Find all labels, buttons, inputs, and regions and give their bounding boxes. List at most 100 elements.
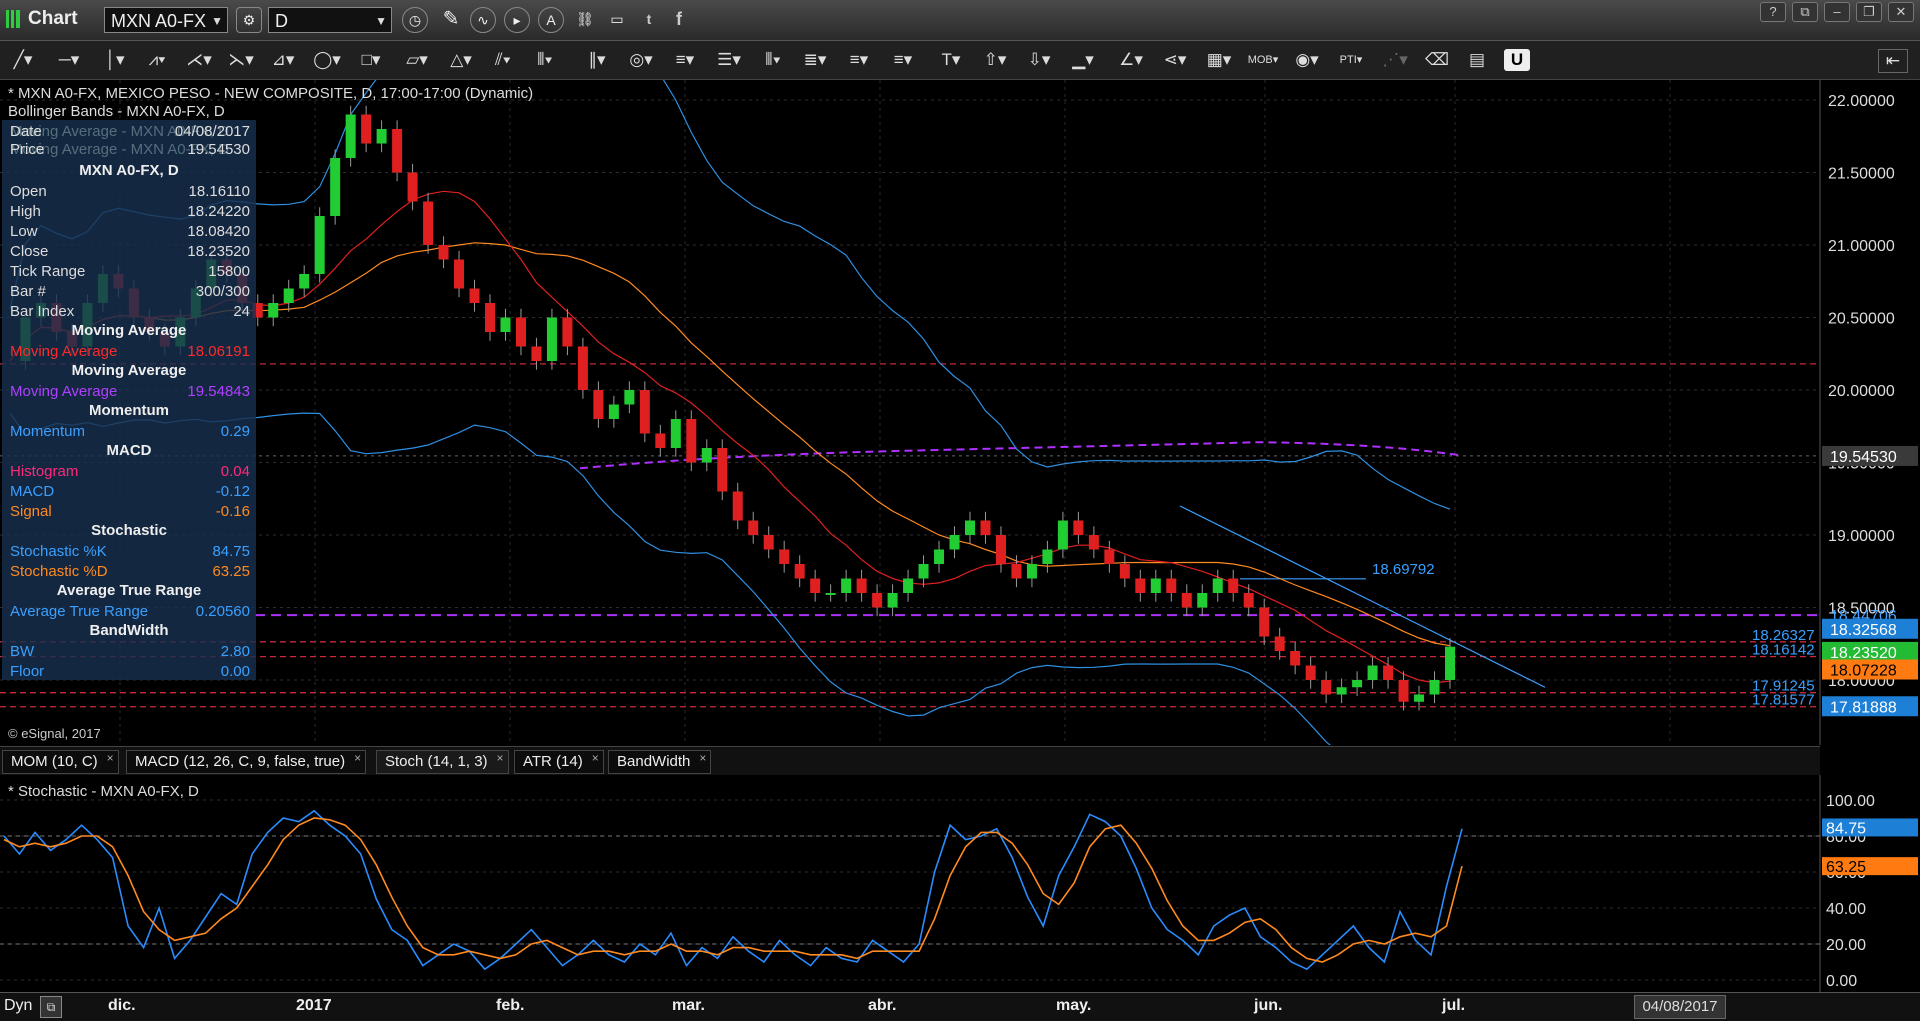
- symbol-input[interactable]: MXN A0-FX ▼: [104, 7, 228, 33]
- tab-macd[interactable]: MACD (12, 26, C, 9, false, true) ×: [126, 747, 367, 774]
- maximize-button[interactable]: ❐: [1856, 2, 1882, 22]
- close-icon[interactable]: ×: [592, 747, 599, 769]
- row-label: Histogram: [10, 463, 79, 480]
- interval-value: D: [275, 11, 288, 31]
- parallel-lines-tool-icon[interactable]: ∥▾: [580, 49, 614, 71]
- section-head: Momentum: [89, 402, 169, 419]
- angle-tool-icon[interactable]: ∠▾: [1114, 49, 1148, 71]
- eye-tool-icon[interactable]: ◉▾: [1290, 49, 1324, 71]
- stochastic-d-line: [3, 817, 1463, 963]
- alert-icon[interactable]: A: [538, 7, 564, 33]
- fan-tool-icon[interactable]: ⋋▾: [224, 49, 258, 71]
- speed-lines-tool-icon[interactable]: ≡▾: [886, 49, 920, 71]
- candle-body: [639, 390, 650, 434]
- interval-input[interactable]: D ▼: [268, 7, 392, 33]
- chevron-down-icon[interactable]: ▼: [211, 8, 223, 34]
- fib-fan-tool-icon[interactable]: ≣▾: [798, 49, 832, 71]
- tab-label: ATR (14): [523, 753, 583, 770]
- row-value: 63.25: [212, 563, 250, 580]
- horizontal-line-tool-icon[interactable]: ─▾: [52, 49, 86, 71]
- data-row: Close 18.23520: [10, 242, 254, 261]
- close-icon[interactable]: ×: [354, 747, 361, 769]
- row-value: 18.24220: [187, 203, 250, 220]
- candle-body: [965, 520, 975, 535]
- curve-icon[interactable]: ∿: [470, 7, 496, 33]
- circles-tool-icon[interactable]: ◎▾: [624, 49, 658, 71]
- candle-body: [779, 549, 790, 564]
- x-axis-label: dic.: [108, 997, 136, 1014]
- minimize-button[interactable]: –: [1824, 2, 1850, 22]
- arrow-down-tool-icon[interactable]: ⇩▾: [1022, 49, 1056, 71]
- candle-body: [438, 245, 449, 260]
- link-icon[interactable]: ⛓: [572, 7, 598, 33]
- toolbar-options-icon[interactable]: ⇤: [1878, 49, 1908, 73]
- price-line-tool-icon[interactable]: ▁▾: [1066, 49, 1100, 71]
- pitchfork-tool-icon[interactable]: ⋌▾: [182, 49, 216, 71]
- settings-gear-icon[interactable]: ⚙: [236, 7, 262, 33]
- row-label: BW: [10, 643, 35, 660]
- k-value-label: 84.75: [1826, 820, 1866, 837]
- cycle-tool-icon[interactable]: ⫴▾: [528, 49, 562, 71]
- candle-body: [856, 578, 867, 593]
- close-icon[interactable]: ×: [699, 747, 706, 769]
- rectangle-tool-icon[interactable]: □▾: [354, 49, 388, 71]
- candle-body: [1274, 636, 1285, 651]
- stochastic-chart[interactable]: 100.0080.0060.0040.0020.000.0084.7563.25…: [0, 775, 1920, 992]
- restore-layout-button[interactable]: ⧉: [1792, 2, 1818, 22]
- comment-icon[interactable]: ▭: [604, 7, 630, 33]
- fib-arc-tool-icon[interactable]: ≡▾: [842, 49, 876, 71]
- vertical-line-tool-icon[interactable]: │▾: [98, 49, 132, 71]
- date-value: 04/08/2017: [174, 123, 250, 140]
- channel-tool-icon[interactable]: ⫽▾: [486, 49, 520, 71]
- candle-body: [717, 448, 728, 492]
- candle-body: [1228, 578, 1239, 593]
- twitter-icon[interactable]: t: [636, 7, 662, 33]
- zigzag-tool-icon[interactable]: ⩘▾: [140, 49, 174, 71]
- close-button[interactable]: ✕: [1888, 2, 1914, 22]
- clock-icon[interactable]: ◷: [402, 7, 428, 33]
- trendline-tool-icon[interactable]: ╱▾: [6, 49, 40, 71]
- help-button[interactable]: ?: [1760, 2, 1786, 22]
- candle-body: [903, 578, 914, 593]
- candle-body: [841, 578, 852, 593]
- tab-mom[interactable]: MOM (10, C) ×: [2, 750, 119, 774]
- fib-extension-tool-icon[interactable]: ☰▾: [712, 49, 746, 71]
- fib-time-tool-icon[interactable]: ⦀▾: [756, 49, 790, 71]
- pencil-icon[interactable]: ✎: [438, 7, 464, 33]
- pti-tool-icon[interactable]: PTI▾: [1334, 49, 1368, 71]
- ellipse-tool-icon[interactable]: ◯▾: [310, 49, 344, 71]
- row-value: 84.75: [212, 543, 250, 560]
- grid-tool-icon[interactable]: ▦▾: [1202, 49, 1236, 71]
- tab-atr[interactable]: ATR (14) ×: [514, 750, 604, 774]
- ray-fan-tool-icon[interactable]: ⋖▾: [1158, 49, 1192, 71]
- candle-body: [1367, 665, 1378, 680]
- chat-tool-icon[interactable]: ▤: [1460, 49, 1494, 71]
- candle-body: [872, 593, 883, 608]
- close-icon[interactable]: ×: [107, 747, 114, 769]
- copy-icon[interactable]: ⧉: [40, 996, 62, 1018]
- magnet-tool-icon[interactable]: U: [1504, 49, 1530, 71]
- eraser-tool-icon[interactable]: ⌫: [1420, 49, 1454, 71]
- arrow-up-tool-icon[interactable]: ⇧▾: [978, 49, 1012, 71]
- close-icon[interactable]: ×: [497, 747, 504, 769]
- candle-body: [934, 549, 945, 564]
- text-tool-icon[interactable]: T▾: [934, 49, 968, 71]
- facebook-icon[interactable]: f: [666, 7, 692, 33]
- window-title: Chart: [28, 8, 78, 29]
- drawing-toolbar: ╱▾ ─▾ │▾ ⩘▾ ⋌▾ ⋋▾ ⊿▾ ◯▾ □▾ ▱▾ △▾ ⫽▾ ⫴▾ ∥…: [0, 41, 1920, 80]
- candle-body: [1150, 578, 1161, 593]
- fibonacci-tool-icon[interactable]: ≡▾: [668, 49, 702, 71]
- candle-body: [407, 172, 418, 202]
- triangle-tool-icon[interactable]: △▾: [444, 49, 478, 71]
- chevron-down-icon[interactable]: ▼: [375, 8, 387, 34]
- price-tick-label: 19.00000: [1828, 528, 1895, 545]
- parallelogram-tool-icon[interactable]: ▱▾: [400, 49, 434, 71]
- candle-body: [1119, 564, 1130, 579]
- gann-tool-icon[interactable]: ⊿▾: [266, 49, 300, 71]
- tab-stoch[interactable]: Stoch (14, 1, 3) ×: [376, 750, 509, 774]
- price-chart[interactable]: 22.00000 21.50000 21.00000 20.50000 20.00000…: [0, 80, 1920, 745]
- tab-bandwidth[interactable]: BandWidth ×: [608, 747, 712, 774]
- section-head: Stochastic: [91, 522, 167, 539]
- mob-tool-icon[interactable]: MOB▾: [1246, 49, 1280, 71]
- play-icon[interactable]: ▸: [504, 7, 530, 33]
